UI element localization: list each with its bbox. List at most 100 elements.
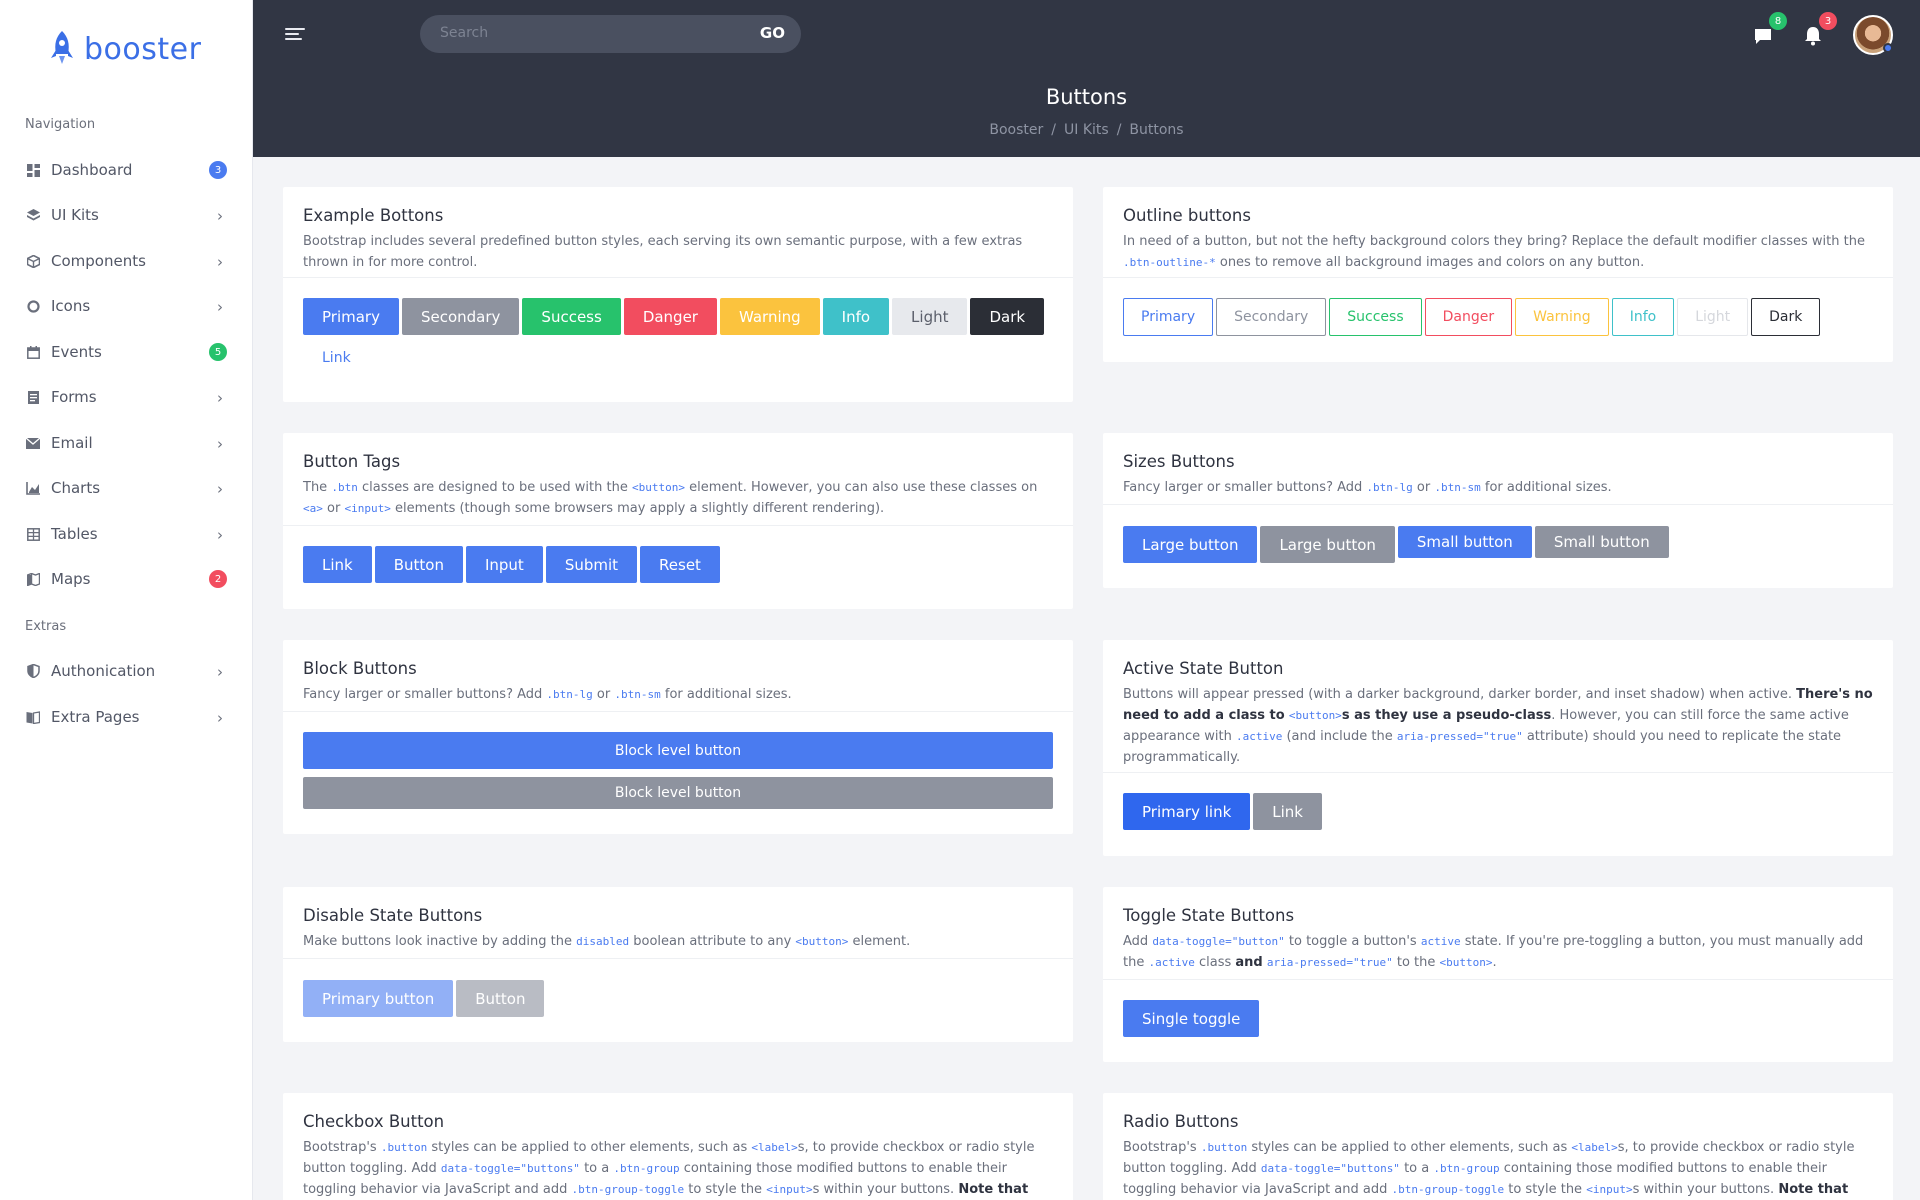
sidebar-item-charts[interactable]: Charts › <box>0 468 253 508</box>
messages-button[interactable]: 8 <box>1753 12 1787 46</box>
active-link-button[interactable]: Link <box>1253 793 1322 830</box>
large-secondary-button[interactable]: Large button <box>1260 526 1395 563</box>
events-badge: 5 <box>209 343 227 361</box>
outline-dark-button[interactable]: Dark <box>1751 298 1821 336</box>
sidebar-item-label: Forms <box>51 388 97 406</box>
breadcrumb: Booster / UI Kits / Buttons <box>989 122 1184 138</box>
breadcrumb-item-ui-kits[interactable]: UI Kits <box>1064 122 1109 138</box>
primary-button[interactable]: Primary <box>303 298 399 335</box>
sidebar-item-events[interactable]: Events 5 <box>0 332 253 372</box>
success-button[interactable]: Success <box>522 298 621 335</box>
small-secondary-button[interactable]: Small button <box>1534 526 1669 558</box>
card-description: Bootstrap's .button styles can be applie… <box>1123 1140 1855 1197</box>
secondary-button[interactable]: Secondary <box>401 298 520 335</box>
card-description: Fancy larger or smaller buttons? Add .bt… <box>1123 480 1612 495</box>
sidebar-item-extra-pages[interactable]: Extra Pages › <box>0 697 253 737</box>
chevron-right-icon: › <box>217 663 223 681</box>
maps-badge: 2 <box>209 570 227 588</box>
dashboard-badge: 3 <box>209 161 227 179</box>
outline-info-button[interactable]: Info <box>1611 298 1675 336</box>
breadcrumb-item-booster[interactable]: Booster <box>989 122 1043 138</box>
brand-logo[interactable]: booster <box>48 30 201 68</box>
outline-secondary-button[interactable]: Secondary <box>1216 298 1327 336</box>
card-title: Block Buttons <box>303 659 417 678</box>
card-description: The .btn classes are designed to be used… <box>303 480 1038 516</box>
card-title: Sizes Buttons <box>1123 452 1235 471</box>
chevron-right-icon: › <box>217 207 223 225</box>
sidebar-item-label: Authonication <box>51 662 156 680</box>
danger-button[interactable]: Danger <box>623 298 717 335</box>
sidebar-item-tables[interactable]: Tables › <box>0 514 253 554</box>
chevron-right-icon: › <box>217 253 223 271</box>
chevron-right-icon: › <box>217 480 223 498</box>
box-icon <box>26 254 40 268</box>
chevron-right-icon: › <box>217 389 223 407</box>
dark-button[interactable]: Dark <box>970 298 1045 335</box>
user-avatar[interactable] <box>1853 15 1893 55</box>
sidebar-item-maps[interactable]: Maps 2 <box>0 559 253 599</box>
sidebar-item-label: Components <box>51 252 146 270</box>
outline-success-button[interactable]: Success <box>1329 298 1422 336</box>
card-title: Disable State Buttons <box>303 906 483 925</box>
search-bar: GO <box>420 15 801 53</box>
circle-icon <box>26 299 40 313</box>
search-go-button[interactable]: GO <box>760 24 785 42</box>
chart-icon <box>26 481 40 495</box>
shield-icon <box>26 664 40 678</box>
sidebar-item-ui-kits[interactable]: UI Kits › <box>0 195 253 235</box>
sidebar-item-forms[interactable]: Forms › <box>0 377 253 417</box>
tag-button-button[interactable]: Button <box>374 546 463 583</box>
card-title: Radio Buttons <box>1123 1112 1239 1131</box>
card-description: Fancy larger or smaller buttons? Add .bt… <box>303 687 792 702</box>
card-description: Buttons will appear pressed (with a dark… <box>1123 687 1873 765</box>
active-primary-link-button[interactable]: Primary link <box>1123 793 1251 830</box>
tag-input-button[interactable]: Input <box>465 546 543 583</box>
dashboard-icon <box>26 163 40 177</box>
tag-submit-button[interactable]: Submit <box>545 546 638 583</box>
outline-warning-button[interactable]: Warning <box>1515 298 1609 336</box>
calendar-icon <box>26 345 40 359</box>
search-input[interactable] <box>440 25 740 41</box>
block-primary-button[interactable]: Block level button <box>303 732 1053 769</box>
online-status-dot <box>1883 43 1893 53</box>
chat-icon <box>1755 29 1771 44</box>
sidebar-item-label: Events <box>51 343 102 361</box>
sidebar-item-label: Icons <box>51 297 91 315</box>
sidebar-item-label: Email <box>51 434 93 452</box>
disabled-primary-button: Primary button <box>303 980 454 1017</box>
notifications-button[interactable]: 3 <box>1803 12 1837 46</box>
sidebar-item-dashboard[interactable]: Dashboard 3 <box>0 150 253 190</box>
sidebar-item-label: Charts <box>51 479 101 497</box>
sidebar-item-authonication[interactable]: Authonication › <box>0 651 253 691</box>
card-button-tags: Button Tags The .btn classes are designe… <box>283 433 1073 609</box>
tag-link-button[interactable]: Link <box>303 546 372 583</box>
sidebar-item-icons[interactable]: Icons › <box>0 286 253 326</box>
card-outline-buttons: Outline buttons In need of a button, but… <box>1103 187 1893 362</box>
chevron-right-icon: › <box>217 435 223 453</box>
info-button[interactable]: Info <box>822 298 890 335</box>
outline-primary-button[interactable]: Primary <box>1123 298 1214 336</box>
card-radio-buttons: Radio Buttons Bootstrap's .button styles… <box>1103 1093 1893 1200</box>
warning-button[interactable]: Warning <box>719 298 820 335</box>
outline-danger-button[interactable]: Danger <box>1424 298 1513 336</box>
link-button[interactable]: Link <box>303 339 370 376</box>
outline-light-button[interactable]: Light <box>1677 298 1749 336</box>
block-secondary-button[interactable]: Block level button <box>303 777 1053 809</box>
menu-toggle-icon[interactable] <box>285 28 305 42</box>
large-primary-button[interactable]: Large button <box>1123 526 1258 563</box>
single-toggle-button[interactable]: Single toggle <box>1123 1000 1260 1037</box>
light-button[interactable]: Light <box>892 298 968 335</box>
chevron-right-icon: › <box>217 526 223 544</box>
small-primary-button[interactable]: Small button <box>1397 526 1532 558</box>
nav-heading-extras: Extras <box>25 619 67 634</box>
card-example-buttons: Example Bottons Bootstrap includes sever… <box>283 187 1073 402</box>
card-toggle-state: Toggle State Buttons Add data-toggle="bu… <box>1103 887 1893 1062</box>
card-description: In need of a button, but not the hefty b… <box>1123 234 1865 270</box>
tag-reset-button[interactable]: Reset <box>640 546 720 583</box>
card-sizes-buttons: Sizes Buttons Fancy larger or smaller bu… <box>1103 433 1893 588</box>
sidebar-item-email[interactable]: Email › <box>0 423 253 463</box>
sidebar-item-components[interactable]: Components › <box>0 241 253 281</box>
sidebar-item-label: Tables <box>51 525 98 543</box>
sidebar-item-label: Maps <box>51 570 91 588</box>
card-checkbox-button: Checkbox Button Bootstrap's .button styl… <box>283 1093 1073 1200</box>
